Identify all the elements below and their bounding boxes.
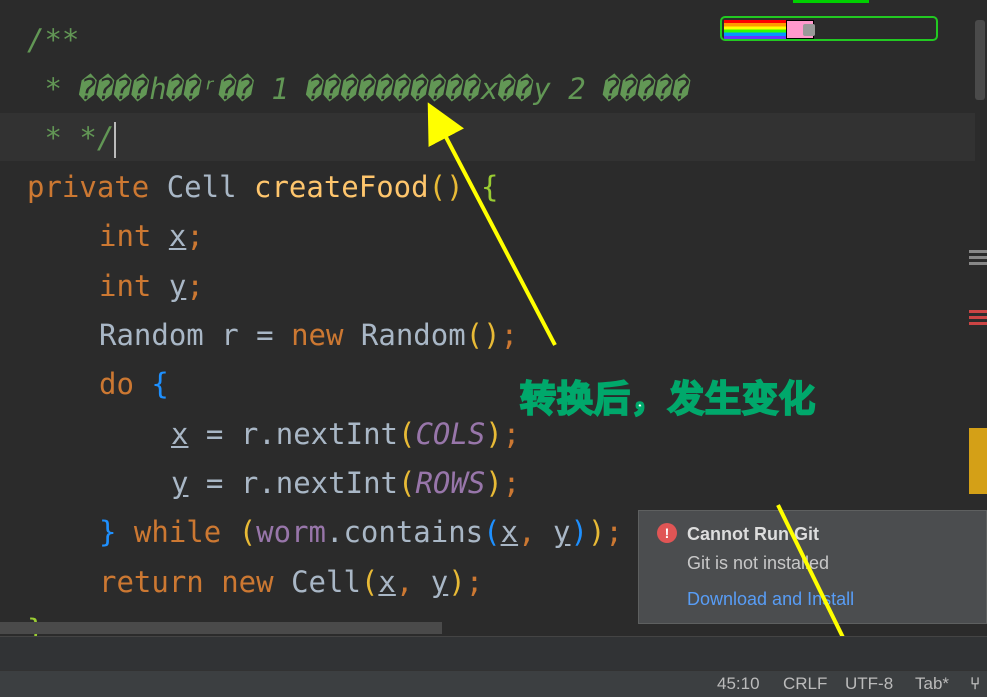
line-separator-widget[interactable]: CRLF [783,674,827,694]
arrow-to-comment [427,102,557,346]
annotation-arrows [427,102,868,686]
bottom-tool-panel [0,636,987,671]
status-bar: 45:10 CRLF UTF-8 Tab* ⑂ [0,670,987,697]
indent-widget[interactable]: Tab* [915,674,949,694]
git-branch-icon[interactable]: ⑂ [970,674,980,694]
file-encoding-widget[interactable]: UTF-8 [845,674,893,694]
caret-position[interactable]: 45:10 [717,674,760,694]
